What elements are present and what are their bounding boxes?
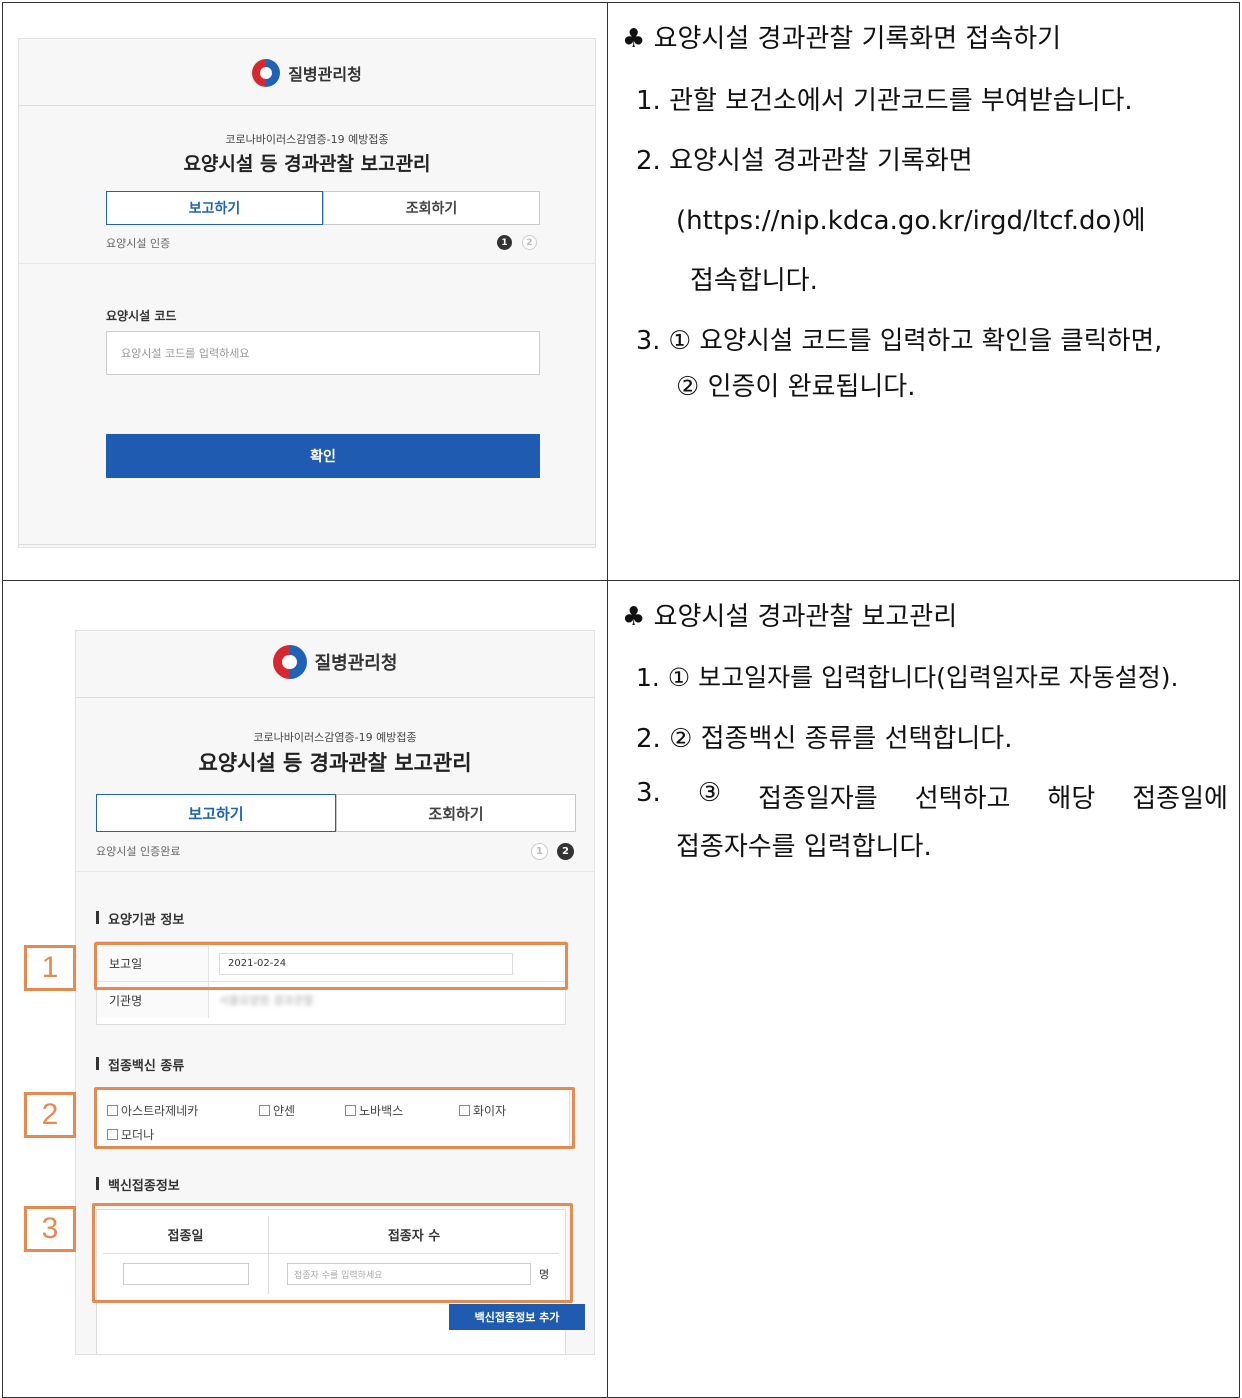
section-vaccine-type: 접종백신 종류 — [96, 1055, 184, 1074]
header-text: 요양시설 경과관찰 기록화면 접속하기 — [653, 24, 1062, 54]
step-2-indicator: 2 — [522, 235, 537, 250]
step-2-indicator: 2 — [557, 843, 574, 860]
instruction-1-1: 1. 관할 보건소에서 기관코드를 부여받습니다. — [636, 86, 1133, 116]
footer-divider — [19, 544, 595, 545]
instruction-header-1: ♣ 요양시설 경과관찰 기록화면 접속하기 — [622, 18, 1061, 55]
add-vaccination-info-button[interactable]: 백신접종정보 추가 — [449, 1304, 585, 1330]
tab-inquiry[interactable]: 조회하기 — [336, 794, 576, 832]
page-subtitle: 코로나바이러스감염증-19 예방접종 — [253, 731, 417, 744]
instruction-1-2-tail: 접속합니다. — [690, 266, 818, 296]
instruction-1-3: 3. ① 요양시설 코드를 입력하고 확인을 클릭하면, — [636, 326, 1163, 356]
kdca-logo: 질병관리청 — [76, 645, 594, 679]
instruction-2-3: 3. ③ 접종일자를 선택하고 해당 접종일에 — [636, 778, 1228, 815]
page-subtitle: 코로나바이러스감염증-19 예방접종 — [225, 133, 389, 146]
step-label: 요양시설 인증완료 — [96, 845, 181, 858]
marker-1: 1 — [24, 945, 76, 991]
club-bullet-icon: ♣ — [622, 602, 646, 632]
word: 접종일에 — [1132, 784, 1228, 814]
kdca-emblem-icon — [272, 645, 307, 679]
code-label: 요양시설 코드 — [106, 309, 177, 323]
header-divider — [76, 697, 594, 698]
step-divider — [76, 871, 594, 872]
facility-code-input[interactable]: 요양시설 코드를 입력하세요 — [106, 331, 540, 375]
tab-report[interactable]: 보고하기 — [106, 191, 323, 225]
instruction-2-1: 1. ① 보고일자를 입력합니다(입력일자로 자동설정). — [636, 663, 1179, 692]
word: 접종일자를 — [758, 784, 878, 814]
word: 3. — [636, 778, 661, 808]
logo-text: 질병관리청 — [314, 653, 398, 674]
login-screenshot: 질병관리청 코로나바이러스감염증-19 예방접종 요양시설 등 경과관찰 보고관… — [18, 38, 596, 548]
highlight-vaccination-info — [92, 1203, 573, 1303]
logo-text: 질병관리청 — [288, 65, 362, 84]
marker-3: 3 — [24, 1206, 76, 1252]
instruction-1-2-url: (https://nip.kdca.go.kr/irgd/ltcf.do)에 — [676, 206, 1146, 236]
step-1-indicator: 1 — [497, 235, 512, 250]
step-label: 요양시설 인증 — [106, 237, 171, 250]
instruction-header-2: ♣ 요양시설 경과관찰 보고관리 — [622, 596, 957, 633]
row-divider — [2, 580, 1240, 581]
step-divider — [19, 263, 595, 264]
instruction-1-2: 2. 요양시설 경과관찰 기록화면 — [636, 146, 973, 176]
kdca-emblem-icon — [252, 59, 281, 87]
word: ③ — [697, 778, 722, 808]
instruction-2-3-tail: 접종자수를 입력합니다. — [676, 832, 932, 862]
page-title: 요양시설 등 경과관찰 보고관리 — [183, 153, 431, 175]
section-vaccination-info: 백신접종정보 — [96, 1175, 180, 1194]
tab-report[interactable]: 보고하기 — [96, 794, 336, 832]
word: 선택하고 — [914, 784, 1011, 814]
column-divider — [607, 2, 608, 1398]
kdca-logo: 질병관리청 — [19, 59, 595, 87]
word: 해당 — [1047, 784, 1096, 814]
header-text: 요양시설 경과관찰 보고관리 — [653, 602, 958, 632]
highlight-vaccine-type — [94, 1087, 575, 1149]
confirm-button[interactable]: 확인 — [106, 434, 540, 478]
tab-inquiry[interactable]: 조회하기 — [323, 191, 540, 225]
tab-bar: 보고하기 조회하기 — [96, 794, 576, 832]
header-divider — [19, 105, 595, 106]
highlight-report-date — [94, 942, 568, 990]
instruction-2-2: 2. ② 접종백신 종류를 선택합니다. — [636, 724, 1013, 754]
instruction-1-3-tail: ② 인증이 완료됩니다. — [676, 372, 916, 402]
section-org-info: 요양기관 정보 — [96, 909, 184, 928]
tab-bar: 보고하기 조회하기 — [106, 191, 540, 225]
org-name-value: 서울요양원 경과관찰 — [219, 994, 314, 1007]
page-title: 요양시설 등 경과관찰 보고관리 — [198, 751, 472, 775]
step-1-indicator: 1 — [531, 843, 548, 860]
marker-2: 2 — [24, 1092, 76, 1138]
club-bullet-icon: ♣ — [622, 24, 646, 54]
